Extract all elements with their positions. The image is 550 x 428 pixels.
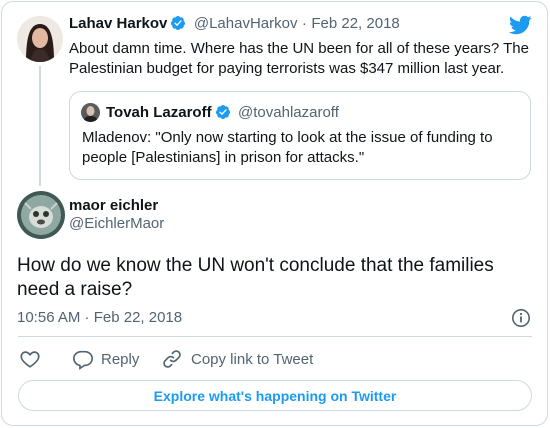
explore-label: Explore what's happening on Twitter xyxy=(153,387,397,404)
parent-text-line-1: About damn time. Where has the UN been f… xyxy=(69,40,529,57)
quoted-tweet-header: Tovah Lazaroff @tovahlazaroff xyxy=(106,104,339,122)
like-button[interactable] xyxy=(19,348,41,370)
main-author-block: maor eichler @EichlerMaor xyxy=(69,197,164,232)
avatar-maor-eichler[interactable] xyxy=(17,191,65,239)
parent-text-line-2: Palestinian budget for paying terrorists… xyxy=(69,60,505,77)
quoted-text-line-1: Mladenov: "Only now starting to look at … xyxy=(82,129,493,146)
parent-tweet-date[interactable]: Feb 22, 2018 xyxy=(311,15,399,32)
twitter-bird-icon[interactable] xyxy=(508,13,532,37)
parent-author-handle[interactable]: @LahavHarkov xyxy=(194,15,298,32)
copy-link-button[interactable]: Copy link to Tweet xyxy=(161,348,313,370)
main-tweet-text: How do we know the UN won't conclude tha… xyxy=(17,254,537,302)
quoted-text-line-2: people [Palestinians] in prison for atta… xyxy=(82,149,365,166)
copy-link-label: Copy link to Tweet xyxy=(191,350,314,368)
info-icon[interactable] xyxy=(511,308,531,328)
parent-tweet-header: Lahav Harkov @LahavHarkov · Feb 22, 2018 xyxy=(69,15,400,33)
quoted-tweet-text: Mladenov: "Only now starting to look at … xyxy=(82,128,522,168)
avatar-tovah-lazaroff[interactable] xyxy=(81,103,100,122)
parent-author-name[interactable]: Lahav Harkov xyxy=(69,15,167,32)
quoted-author-handle[interactable]: @tovahlazaroff xyxy=(238,104,339,121)
main-text-line-2: need a raise? xyxy=(17,279,133,300)
heart-icon xyxy=(20,351,40,368)
thread-connector-line xyxy=(39,66,41,186)
avatar-lahav-harkov[interactable] xyxy=(17,16,63,62)
link-icon xyxy=(161,348,183,370)
quoted-author-name[interactable]: Tovah Lazaroff xyxy=(106,104,212,121)
tweet-timestamp[interactable]: 10:56 AM · Feb 22, 2018 xyxy=(17,309,182,326)
reply-label: Reply xyxy=(101,350,140,368)
verified-badge-icon xyxy=(170,15,186,31)
parent-tweet-text: About damn time. Where has the UN been f… xyxy=(69,39,539,79)
main-text-line-1: How do we know the UN won't conclude tha… xyxy=(17,255,494,276)
verified-badge-icon xyxy=(215,104,231,120)
main-author-handle[interactable]: @EichlerMaor xyxy=(69,215,164,232)
explore-twitter-button[interactable]: Explore what's happening on Twitter xyxy=(18,380,532,411)
dot-separator: · xyxy=(301,15,307,32)
main-author-name[interactable]: maor eichler xyxy=(69,197,164,214)
actions-divider xyxy=(18,336,532,337)
reply-button[interactable]: Reply xyxy=(72,348,139,370)
reply-icon xyxy=(72,348,94,370)
